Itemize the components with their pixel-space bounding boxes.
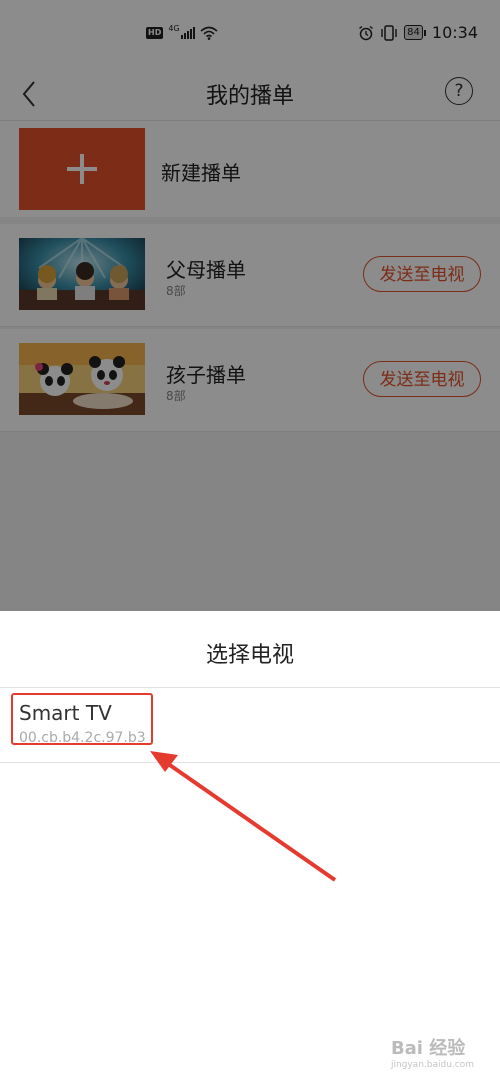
watermark-sub: jingyan.baidu.com bbox=[390, 1060, 474, 1070]
red-arrow-annotation bbox=[150, 751, 337, 882]
sheet-title: 选择电视 bbox=[205, 643, 294, 668]
modal-backdrop[interactable] bbox=[0, 0, 500, 611]
watermark: Bai 经验 jingyan.baidu.com bbox=[391, 1034, 474, 1070]
divider bbox=[0, 762, 500, 763]
watermark-text: Bai 经验 bbox=[390, 1038, 466, 1059]
highlight-box bbox=[11, 693, 153, 745]
select-tv-sheet: 选择电视 Smart TV 00.cb.b4.2c.97.b3 Bai 经验 j… bbox=[0, 611, 500, 1084]
